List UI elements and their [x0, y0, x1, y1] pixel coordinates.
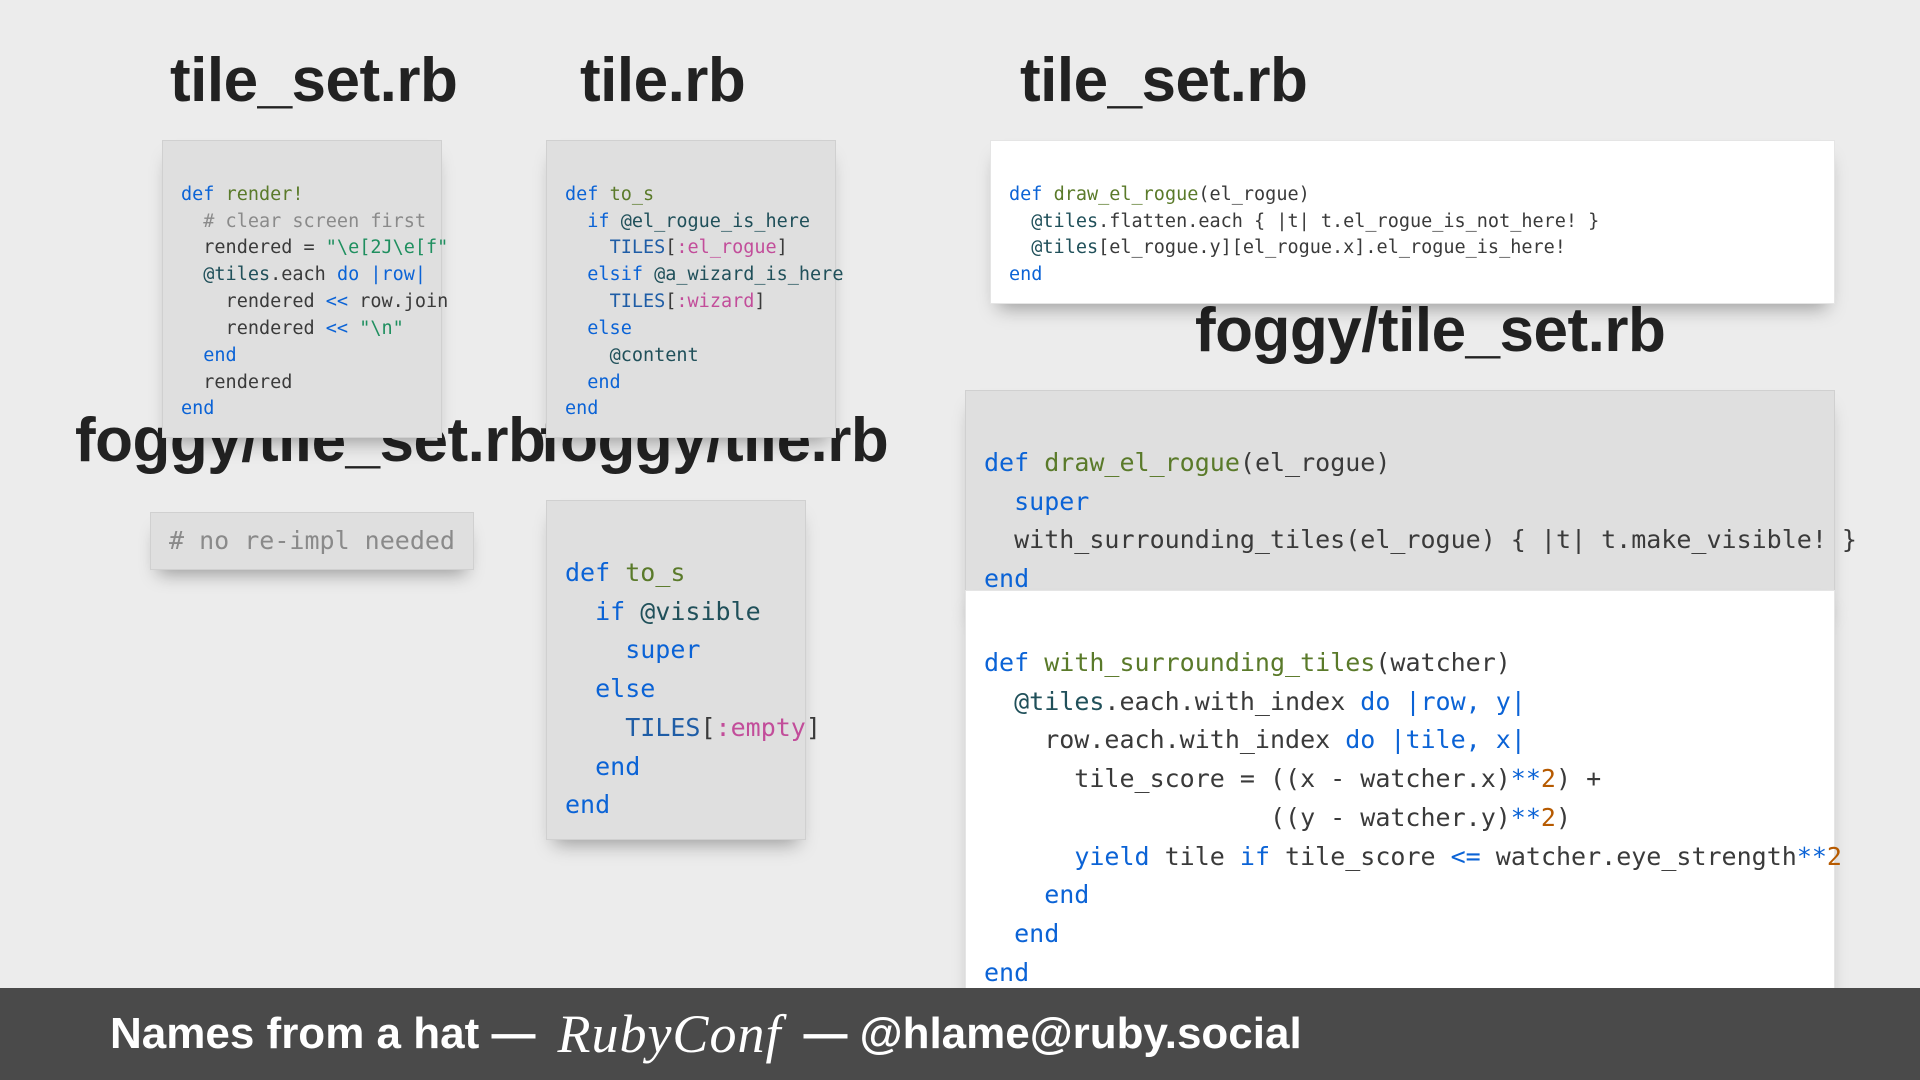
footer-handle: — @hlame@ruby.social — [803, 1009, 1301, 1059]
heading-right-tile-set: tile_set.rb — [1020, 45, 1307, 116]
code-block-tos-foggy-tile: def to_s if @visible super else TILES[:e… — [546, 500, 806, 840]
heading-tile-set: tile_set.rb — [170, 45, 457, 116]
code-block-tos-tile: def to_s if @el_rogue_is_here TILES[:el_… — [546, 140, 836, 438]
code-block-draw-el-rogue-foggy: def draw_el_rogue(el_rogue) super with_s… — [965, 390, 1835, 614]
heading-right-foggy-tile-set: foggy/tile_set.rb — [1195, 295, 1665, 366]
code-block-draw-el-rogue: def draw_el_rogue(el_rogue) @tiles.flatt… — [990, 140, 1835, 304]
footer-title: Names from a hat — — [110, 1009, 535, 1059]
code-block-with-surrounding-tiles: def with_surrounding_tiles(watcher) @til… — [965, 590, 1835, 1008]
code-block-no-reimpl: # no re-impl needed — [150, 512, 474, 570]
footer-conference: RubyConf — [557, 1003, 781, 1065]
code-block-render: def render! # clear screen first rendere… — [162, 140, 442, 438]
footer-bar: Names from a hat — RubyConf — @hlame@rub… — [0, 988, 1920, 1080]
heading-tile: tile.rb — [580, 45, 745, 116]
